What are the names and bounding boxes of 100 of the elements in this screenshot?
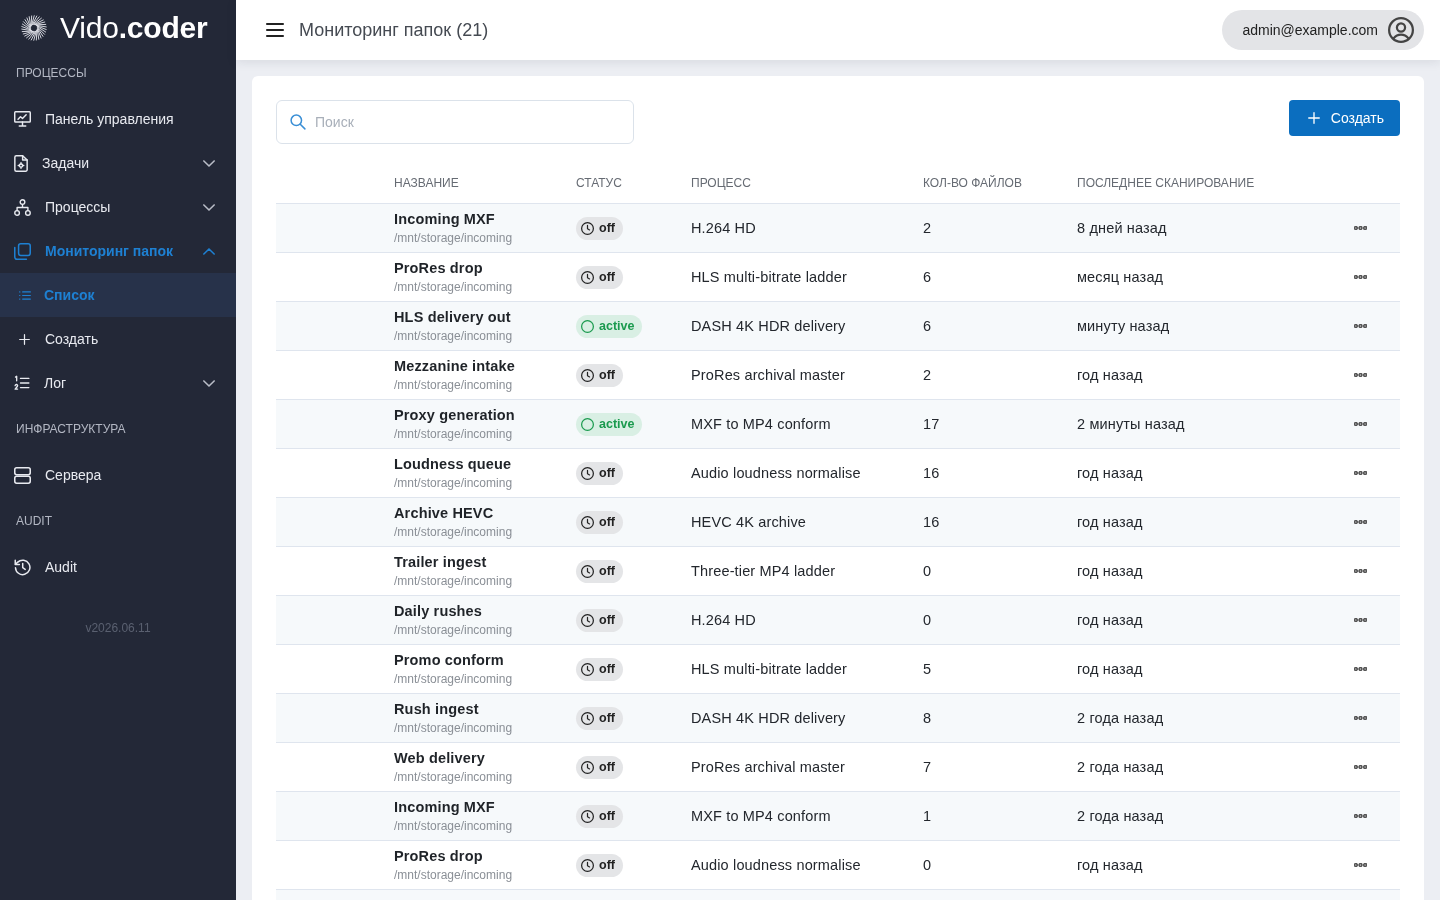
list-icon — [19, 290, 31, 300]
status-label: off — [599, 613, 615, 627]
folder-name: Loudness queue — [394, 455, 512, 473]
last-scan-time: год назад — [1077, 857, 1143, 873]
last-scan-time: год назад — [1077, 465, 1143, 481]
monitor-chart-icon — [14, 111, 31, 127]
folder-path: /mnt/storage/incoming — [394, 818, 513, 834]
plus-icon — [19, 333, 30, 345]
folder-name: Trailer ingest — [394, 553, 487, 571]
last-scan-time: 2 года назад — [1077, 808, 1164, 824]
plus-icon — [1307, 112, 1320, 124]
sidebar-item[interactable]: Задачи — [0, 141, 236, 185]
status-label: off — [599, 466, 615, 480]
last-scan-time: год назад — [1077, 612, 1143, 628]
more-icon — [1353, 667, 1367, 671]
process-name: HLS multi-bitrate ladder — [691, 269, 847, 285]
sidebar-item[interactable]: Процессы — [0, 185, 236, 229]
file-count: 16 — [923, 514, 940, 530]
status-label: off — [599, 858, 615, 872]
process-name: DASH 4K HDR delivery — [691, 318, 846, 334]
more-icon — [1353, 373, 1367, 377]
folder-path: /mnt/storage/incoming — [394, 328, 513, 344]
process-name: H.264 HD — [691, 612, 756, 628]
user-circle-icon — [1388, 17, 1414, 43]
clock-icon — [581, 711, 594, 725]
status-label: off — [599, 662, 615, 676]
sidebar-item[interactable]: Панель управления — [0, 97, 236, 141]
more-icon — [1353, 716, 1367, 720]
more-icon — [1353, 471, 1367, 475]
last-scan-time: год назад — [1077, 661, 1143, 677]
sidebar-item[interactable]: Мониторинг папок — [0, 229, 236, 273]
more-icon — [1353, 324, 1367, 328]
folder-path: /mnt/storage/incoming — [394, 377, 513, 393]
more-icon — [1353, 422, 1367, 426]
folder-name: HLS delivery out — [394, 308, 511, 326]
file-count: 0 — [923, 857, 932, 873]
user-menu-button[interactable]: admin@example.com — [1222, 10, 1424, 50]
folder-name: Incoming MXF — [394, 210, 495, 228]
folder-path: /mnt/storage/incoming — [394, 769, 513, 785]
menu-button[interactable] — [264, 21, 286, 39]
menu-icon — [266, 23, 284, 37]
folder-name: Archive HEVC — [394, 504, 494, 522]
status-label: active — [599, 319, 635, 333]
status-label: off — [599, 711, 615, 725]
process-name: HEVC 4K archive — [691, 514, 807, 530]
folder-name: ProRes drop — [394, 259, 483, 277]
create-button[interactable]: Создать — [1288, 100, 1400, 136]
section-heading: ИНФРАСТРУКТУРА — [16, 421, 126, 437]
last-scan-time: год назад — [1077, 563, 1143, 579]
more-icon — [1353, 569, 1367, 573]
file-count: 0 — [923, 563, 932, 579]
more-icon — [1353, 863, 1367, 867]
clock-icon — [581, 613, 594, 627]
version-label: v2026.06.11 — [85, 620, 151, 637]
status-label: off — [599, 760, 615, 774]
search-field[interactable]: Поиск — [276, 100, 634, 144]
folder-name: Daily rushes — [394, 602, 483, 620]
column-header: СТАТУС — [576, 176, 622, 190]
folder-path: /mnt/storage/incoming — [394, 279, 513, 295]
ring-icon — [581, 319, 594, 333]
more-icon — [1353, 520, 1367, 524]
section-heading: AUDIT — [16, 513, 52, 529]
status-label: active — [599, 417, 635, 431]
folder-name: Incoming MXF — [394, 798, 495, 816]
last-scan-time: 2 минуты назад — [1077, 416, 1185, 432]
clock-icon — [581, 760, 594, 774]
document-gear-icon — [14, 154, 28, 172]
folder-name: Mezzanine intake — [394, 357, 515, 375]
process-name: MXF to MP4 conform — [691, 416, 831, 432]
page-title: Мониторинг папок (21) — [299, 19, 489, 41]
last-scan-time: год назад — [1077, 514, 1143, 530]
folder-name: Proxy generation — [394, 406, 515, 424]
file-count: 16 — [923, 465, 940, 481]
history-icon — [14, 558, 31, 576]
clock-icon — [581, 809, 594, 823]
more-icon — [1353, 226, 1367, 230]
clock-icon — [581, 662, 594, 676]
sidebar-item[interactable]: Лог — [0, 361, 236, 405]
sidebar-item[interactable]: Audit — [0, 545, 236, 589]
folder-path: /mnt/storage/incoming — [394, 426, 513, 442]
stacked-squares-icon — [14, 242, 31, 260]
last-scan-time: 2 года назад — [1077, 710, 1164, 726]
file-count: 2 — [923, 367, 932, 383]
column-header: КОЛ-ВО ФАЙЛОВ — [923, 176, 1022, 190]
process-name: Three-tier MP4 ladder — [691, 563, 836, 579]
process-name: MXF to MP4 conform — [691, 808, 831, 824]
folder-name: Rush ingest — [394, 700, 479, 718]
column-header: НАЗВАНИЕ — [394, 176, 459, 190]
last-scan-time: минуту назад — [1077, 318, 1170, 334]
process-name: Audio loudness normalise — [691, 857, 861, 873]
sidebar-item[interactable]: Сервера — [0, 453, 236, 497]
file-count: 6 — [923, 269, 932, 285]
clock-icon — [581, 515, 594, 529]
status-label: off — [599, 515, 615, 529]
last-scan-time: год назад — [1077, 367, 1143, 383]
sidebar-item[interactable]: Создать — [0, 317, 236, 361]
folder-name: Promo conform — [394, 651, 504, 669]
more-icon — [1353, 765, 1367, 769]
folder-path: /mnt/storage/incoming — [394, 573, 513, 589]
folder-name: ProRes drop — [394, 847, 483, 865]
